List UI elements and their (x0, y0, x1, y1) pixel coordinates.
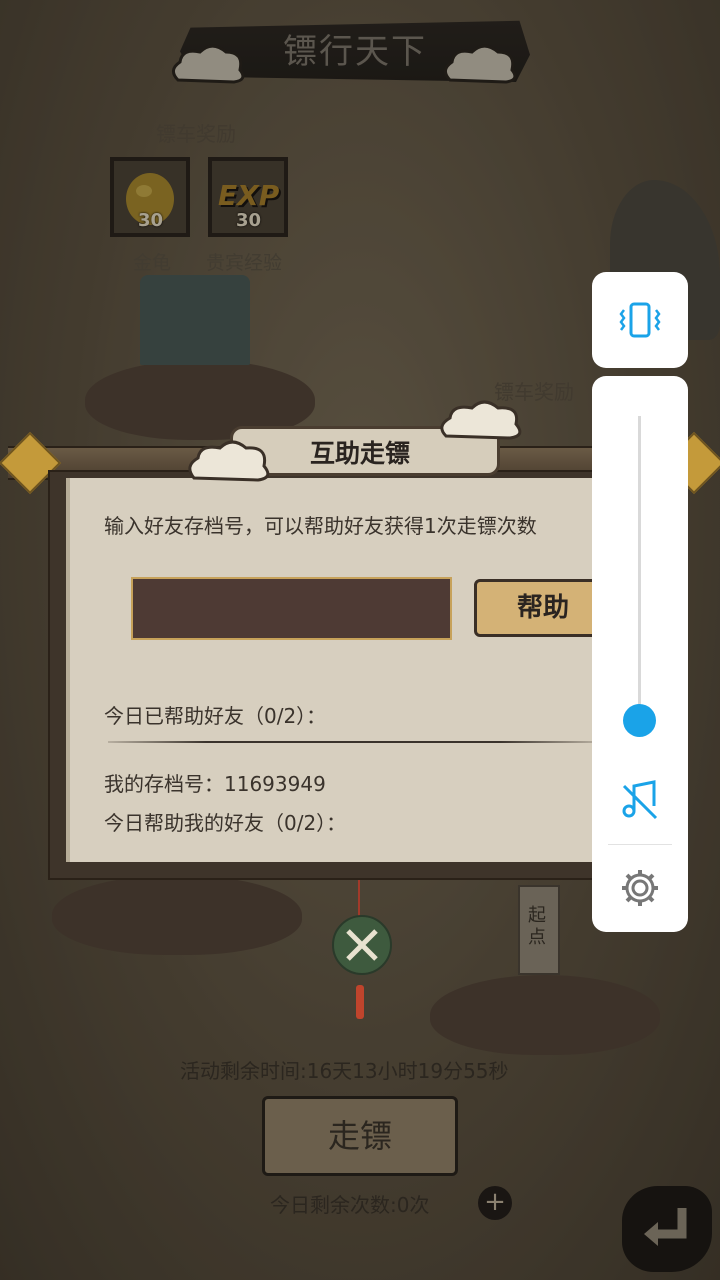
volume-slider-track[interactable] (638, 416, 641, 736)
back-button[interactable] (622, 1186, 712, 1272)
volume-slider-thumb[interactable] (623, 704, 656, 737)
event-timer: 活动剩余时间:16天13小时19分55秒 (180, 1059, 509, 1083)
start-stone-text: 起点 (528, 905, 546, 948)
divider (108, 741, 598, 743)
add-count-button[interactable]: + (478, 1186, 512, 1220)
settings-gear-icon[interactable] (618, 866, 662, 910)
my-save-id-value: 11693949 (224, 772, 326, 796)
volume-panel-divider (608, 844, 672, 845)
friend-id-input[interactable] (131, 577, 452, 640)
friends-helped-me-label: 今日帮助我的好友（0/2）： (104, 811, 347, 835)
dialog-description: 输入好友存档号，可以帮助好友获得1次走镖次数 (104, 514, 537, 538)
vibrate-toggle[interactable] (592, 272, 688, 368)
pendant-string (358, 880, 360, 916)
pendant-tassel (356, 985, 364, 1019)
helped-today-label: 今日已帮助好友（0/2）： (104, 704, 327, 728)
music-muted-icon[interactable] (618, 778, 662, 822)
vibrate-icon (619, 302, 661, 338)
crossed-swords-icon (346, 929, 378, 961)
escort-button[interactable]: 走镖 (262, 1096, 458, 1176)
my-save-id: 我的存档号：11693949 (104, 768, 326, 797)
remaining-count: 今日剩余次数:0次 (270, 1193, 430, 1217)
pendant-medallion[interactable] (332, 915, 392, 975)
my-save-id-label: 我的存档号： (104, 772, 224, 796)
dialog-title: 互助走镖 (309, 439, 410, 468)
return-arrow-icon (644, 1208, 687, 1246)
